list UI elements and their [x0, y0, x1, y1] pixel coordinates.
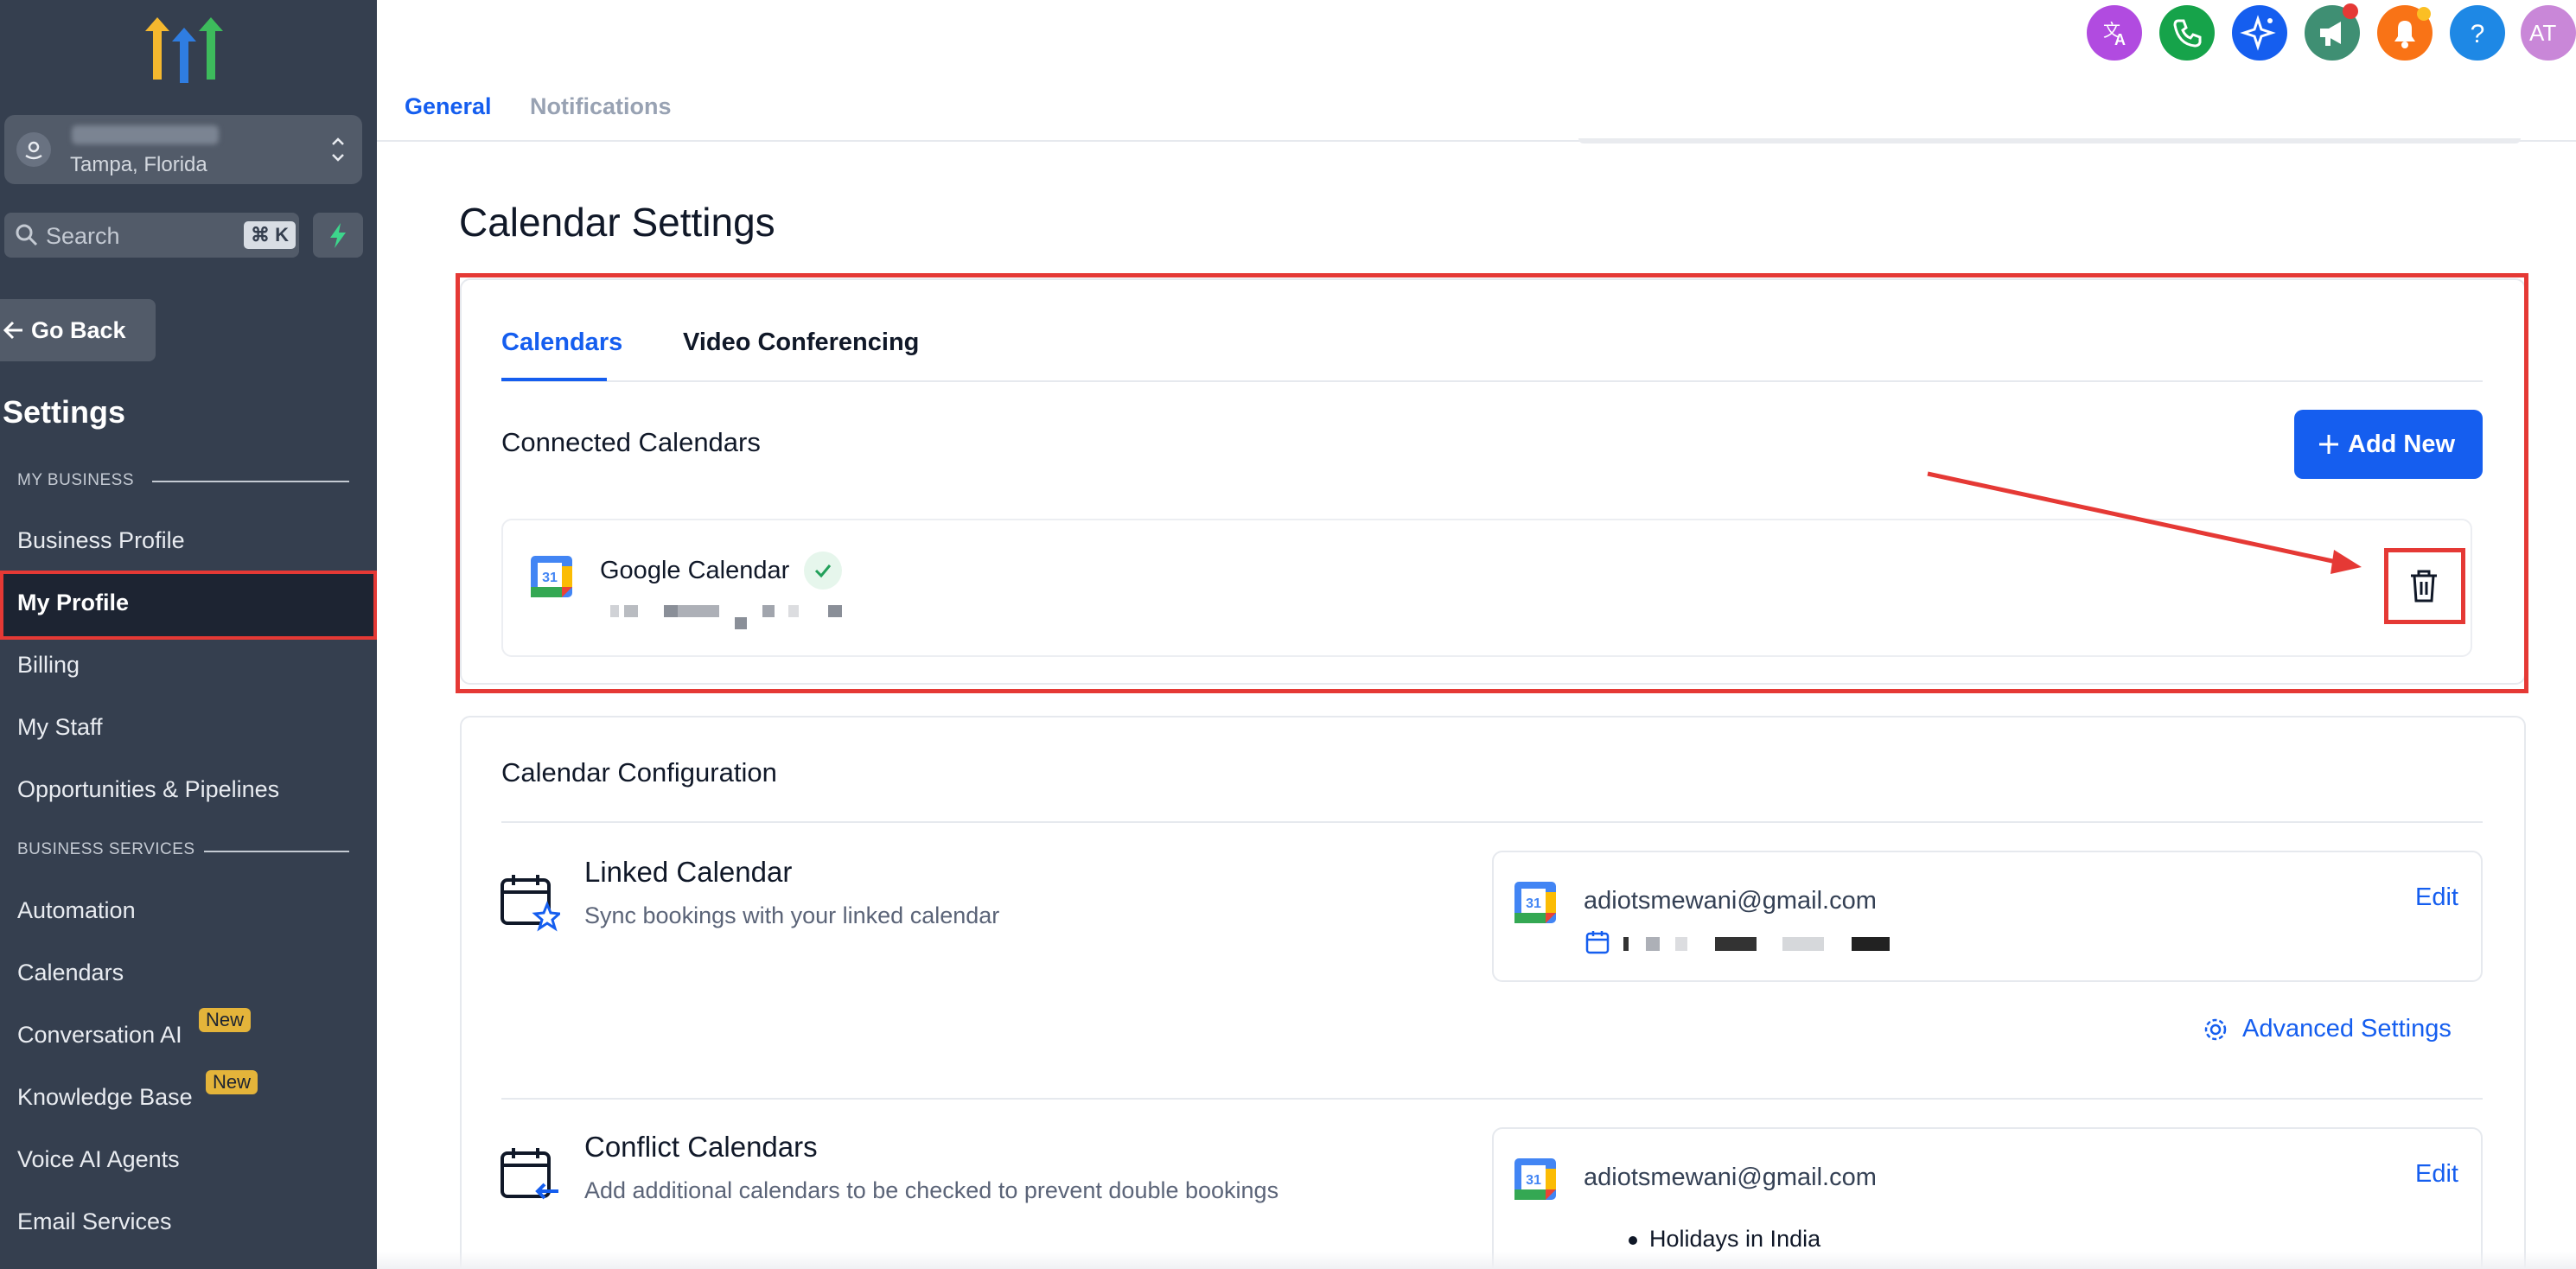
chevron-up-down-icon	[332, 137, 344, 162]
notification-dot	[2343, 3, 2358, 19]
go-back-label: Go Back	[31, 317, 126, 343]
advanced-settings-label: Advanced Settings	[2242, 1015, 2452, 1043]
sidebar-item-automation[interactable]: Automation	[17, 897, 136, 924]
sidebar-item-calendars[interactable]: Calendars	[17, 960, 124, 986]
conflict-calendar-box	[1492, 1127, 2483, 1269]
app-logo-icon	[145, 17, 223, 83]
go-back-button[interactable]: Go Back	[0, 299, 156, 361]
help-icon[interactable]: ?	[2450, 5, 2505, 61]
sidebar-item-conversation-ai[interactable]: Conversation AI	[17, 1022, 182, 1049]
section-divider	[152, 481, 349, 482]
scroll-fade	[377, 1252, 2576, 1269]
conflict-calendar-email: adiotsmewani@gmail.com	[1584, 1164, 1877, 1191]
sidebar-item-business-profile[interactable]: Business Profile	[17, 527, 185, 554]
redacted-calendar-name	[1622, 935, 1898, 954]
search-icon	[16, 224, 38, 246]
sidebar-item-my-profile[interactable]: My Profile	[17, 590, 129, 616]
location-pin-icon	[16, 132, 51, 167]
calendar-configuration-title: Calendar Configuration	[501, 757, 777, 788]
svg-text:A: A	[2114, 31, 2126, 48]
settings-title: Settings	[3, 394, 126, 430]
header-shadow	[1578, 138, 2521, 143]
gear-icon	[2204, 1018, 2227, 1041]
avatar[interactable]: AT	[2521, 5, 2576, 61]
tab-notifications[interactable]: Notifications	[530, 93, 672, 120]
location-name-redacted	[72, 125, 219, 144]
sidebar-item-opportunities-pipelines[interactable]: Opportunities & Pipelines	[17, 776, 279, 803]
search-input[interactable]: Search ⌘ K	[4, 213, 299, 258]
section-divider	[501, 1098, 2483, 1100]
google-calendar-icon: 31	[1514, 1158, 1556, 1200]
new-badge: New	[199, 1008, 252, 1032]
calendar-icon-number: 31	[1526, 896, 1541, 911]
ai-sparkle-icon[interactable]	[2232, 5, 2287, 61]
google-calendar-icon: 31	[1514, 882, 1556, 923]
calendar-arrow-icon	[501, 1148, 558, 1200]
tab-general[interactable]: General	[405, 93, 492, 120]
section-divider	[501, 821, 2483, 823]
section-divider	[204, 851, 349, 852]
sidebar-item-voice-ai-agents[interactable]: Voice AI Agents	[17, 1146, 180, 1173]
edit-linked-calendar-link[interactable]: Edit	[2415, 883, 2458, 912]
notification-dot	[2417, 7, 2431, 21]
conflict-calendars-subtitle: Add additional calendars to be checked t…	[584, 1177, 1279, 1203]
translate-icon[interactable]: 文A	[2087, 5, 2142, 61]
calendar-icon-number: 31	[1526, 1173, 1541, 1188]
search-shortcut: ⌘ K	[244, 221, 296, 249]
conflict-calendar-item: Holidays in India	[1649, 1226, 1821, 1252]
edit-conflict-calendars-link[interactable]: Edit	[2415, 1160, 2458, 1189]
small-calendar-icon	[1585, 931, 1610, 954]
location-city: Tampa, Florida	[70, 153, 207, 176]
sidebar-item-my-staff[interactable]: My Staff	[17, 714, 103, 741]
conflict-calendars-title: Conflict Calendars	[584, 1131, 818, 1163]
svg-text:?: ?	[2471, 20, 2485, 48]
arrow-left-icon	[3, 321, 22, 340]
section-label-business-services: BUSINESS SERVICES	[17, 840, 195, 858]
linked-calendar-box	[1492, 851, 2483, 982]
page-title: Calendar Settings	[459, 200, 775, 245]
calendar-star-icon	[501, 875, 560, 932]
location-switcher[interactable]: Tampa, Florida	[4, 115, 362, 184]
linked-calendar-subtitle: Sync bookings with your linked calendar	[584, 902, 1000, 928]
phone-icon[interactable]	[2159, 5, 2215, 61]
quick-action-button[interactable]	[313, 213, 363, 258]
lightning-icon	[330, 223, 346, 248]
linked-calendar-email: adiotsmewani@gmail.com	[1584, 887, 1877, 915]
linked-calendar-title: Linked Calendar	[584, 856, 793, 888]
sidebar-item-billing[interactable]: Billing	[17, 652, 80, 679]
search-placeholder: Search	[46, 223, 120, 249]
advanced-settings-link[interactable]: Advanced Settings	[2203, 1015, 2452, 1043]
bullet	[1629, 1236, 1637, 1245]
sidebar: Tampa, Florida Search ⌘ K Go Back Settin…	[0, 0, 377, 1269]
annotation-highlight-box	[456, 273, 2528, 693]
sidebar-item-email-services[interactable]: Email Services	[17, 1208, 172, 1235]
new-badge: New	[206, 1070, 258, 1094]
section-label-my-business: MY BUSINESS	[17, 471, 135, 489]
sidebar-item-knowledge-base[interactable]: Knowledge Base	[17, 1084, 193, 1111]
